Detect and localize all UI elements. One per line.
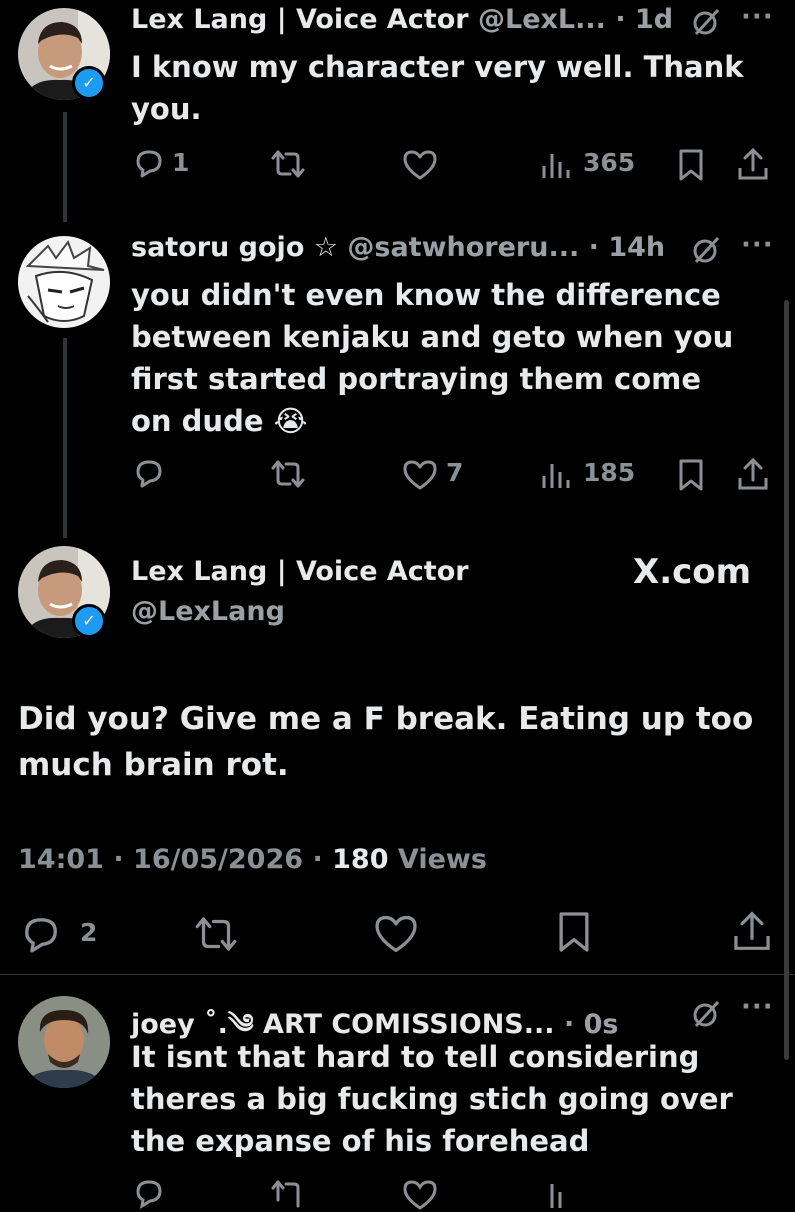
views-count: 185	[583, 458, 636, 487]
thread-line	[63, 338, 67, 538]
bookmark-icon[interactable]	[677, 458, 705, 492]
reply-count: 2	[80, 918, 98, 947]
views-label: Views	[397, 844, 487, 875]
more-icon[interactable]: ···	[741, 992, 774, 1022]
author-handle[interactable]: @LexLang	[131, 596, 285, 627]
share-icon[interactable]	[731, 908, 773, 954]
like-count: 7	[446, 458, 464, 487]
tweet-time[interactable]: 14:01	[18, 844, 104, 875]
bookmark-icon[interactable]	[556, 910, 592, 954]
more-icon[interactable]: ···	[741, 230, 774, 260]
retweet-icon[interactable]	[270, 1178, 306, 1210]
x-brand: X.com	[633, 552, 751, 592]
divider	[0, 974, 795, 975]
like-icon[interactable]	[401, 458, 439, 492]
more-icon[interactable]: ···	[741, 2, 774, 32]
views-count: 365	[583, 148, 636, 177]
brand-label: X.com	[633, 552, 752, 592]
views-icon[interactable]	[540, 1180, 570, 1210]
timestamp[interactable]: · 14h	[589, 232, 665, 263]
bookmark-icon[interactable]	[677, 148, 705, 182]
scrollbar[interactable]	[784, 300, 789, 1060]
share-icon[interactable]	[736, 456, 770, 492]
author-name[interactable]: Lex Lang | Voice Actor	[131, 556, 469, 587]
retweet-icon[interactable]	[270, 458, 306, 490]
grok-icon[interactable]	[690, 998, 722, 1030]
reply-icon[interactable]	[18, 912, 64, 956]
views-count: 180	[332, 844, 389, 875]
views-icon[interactable]	[540, 460, 570, 490]
tweet-meta: 14:01 · 16/05/2026 · 180 Views	[18, 844, 487, 875]
verified-icon: ✓	[72, 604, 106, 638]
views-icon[interactable]	[540, 150, 570, 180]
author-name[interactable]: satoru gojo ☆	[131, 232, 338, 263]
like-icon[interactable]	[401, 148, 439, 182]
author-handle[interactable]: @LexL...	[478, 4, 606, 35]
reply-count: 1	[172, 148, 190, 177]
author-name[interactable]: Lex Lang | Voice Actor	[131, 4, 469, 35]
reply-icon[interactable]	[132, 456, 166, 490]
author-handle[interactable]: @satwhoreru...	[347, 232, 579, 263]
grok-icon[interactable]	[690, 6, 722, 38]
tweet-date[interactable]: 16/05/2026	[133, 844, 303, 875]
tweet-text: you didn't even know the difference betw…	[131, 278, 734, 438]
like-icon[interactable]	[372, 912, 420, 956]
retweet-icon[interactable]	[270, 148, 306, 180]
verified-icon: ✓	[72, 66, 106, 100]
avatar[interactable]	[18, 236, 110, 328]
tweet-text: Did you? Give me a F break. Eating up to…	[18, 701, 754, 783]
grok-icon[interactable]	[690, 234, 722, 266]
reply-icon[interactable]	[132, 146, 166, 180]
share-icon[interactable]	[736, 146, 770, 182]
like-icon[interactable]	[401, 1178, 439, 1212]
tweet-text: It isnt that hard to tell considering th…	[131, 1040, 733, 1158]
thread-line	[63, 112, 67, 222]
timestamp[interactable]: · 1d	[615, 4, 673, 35]
tweet-text: I know my character very well. Thank you…	[131, 50, 744, 126]
reply-icon[interactable]	[132, 1176, 166, 1210]
avatar[interactable]	[18, 996, 110, 1088]
retweet-icon[interactable]	[193, 914, 239, 954]
